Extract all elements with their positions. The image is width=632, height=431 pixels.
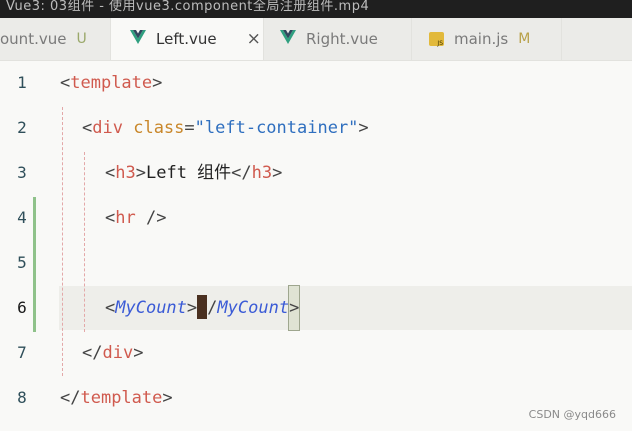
tag-name: template — [70, 73, 153, 93]
watermark: CSDN @yqd666 — [528, 408, 616, 421]
bracket: > — [133, 343, 144, 363]
tab-label: Right.vue — [306, 30, 378, 48]
text-content: Left 组件 — [145, 163, 232, 183]
attribute-name: class — [133, 118, 185, 138]
component-name: MyCount — [115, 298, 187, 318]
tag-name: h3 — [251, 163, 273, 183]
bracket: < — [105, 298, 116, 318]
tag-name: h3 — [115, 163, 136, 183]
code-line-8: </template> — [60, 376, 173, 420]
bracket: </ — [60, 388, 81, 408]
code-line-4: <hr /> — [105, 196, 166, 240]
js-file-icon — [429, 32, 444, 47]
code-line-7: </div> — [82, 331, 143, 375]
line-number-active: 6 — [17, 298, 27, 317]
bracket: > — [152, 73, 163, 93]
window-title: Vue3: 03组件 - 使用vue3.component全局注册组件.mp4 — [6, 0, 370, 14]
code-line-3: <h3>Left 组件</h3> — [105, 151, 282, 195]
line-number: 4 — [17, 208, 27, 227]
text-cursor — [197, 295, 208, 319]
indent-guide — [84, 152, 85, 332]
bracket: </ — [231, 163, 252, 183]
bracket: < — [60, 73, 71, 93]
tab-left-vue[interactable]: Left.vue × — [111, 18, 264, 60]
bracket: < — [105, 163, 116, 183]
line-number: 2 — [17, 118, 27, 137]
tab-label: ount.vue — [0, 30, 67, 48]
attribute-value: "left-container" — [194, 118, 359, 138]
component-name: MyCount — [217, 298, 290, 318]
bracket: < — [82, 118, 93, 138]
equals-sign: = — [184, 118, 195, 138]
tab-label: Left.vue — [156, 30, 217, 48]
bracket: < — [105, 208, 116, 228]
code-line-6: <MyCount>/MyCount> — [105, 285, 301, 331]
vue-icon — [280, 30, 296, 48]
bracket: / — [207, 298, 218, 318]
bracket: > — [135, 163, 146, 183]
tag-name: div — [102, 343, 134, 363]
bracket: > — [272, 163, 283, 183]
tag-name: hr — [115, 208, 136, 228]
code-editor[interactable]: 1 2 3 4 5 6 7 8 <template> <div class="l… — [0, 61, 632, 431]
bracket: > — [162, 388, 173, 408]
vue-icon — [130, 30, 146, 48]
line-number: 1 — [17, 73, 27, 92]
window-title-bar: Vue3: 03组件 - 使用vue3.component全局注册组件.mp4 — [0, 0, 632, 18]
indent-guide — [62, 107, 63, 376]
tag-name: template — [80, 388, 163, 408]
tab-right-vue[interactable]: Right.vue — [264, 18, 412, 60]
modified-badge: M — [518, 31, 531, 47]
line-number: 7 — [17, 343, 27, 362]
code-line-1: <template> — [60, 61, 162, 105]
bracket: </ — [82, 343, 103, 363]
matched-bracket: > — [288, 285, 301, 331]
bracket: > — [358, 118, 369, 138]
close-icon[interactable]: × — [247, 29, 261, 49]
bracket: /> — [135, 208, 167, 228]
tab-label: main.js — [454, 30, 509, 48]
line-number: 5 — [17, 253, 27, 272]
tab-count-vue[interactable]: ount.vue U — [0, 18, 111, 60]
tag-name: div — [92, 118, 123, 138]
code-line-2: <div class="left-container"> — [82, 106, 369, 150]
line-number: 8 — [17, 388, 27, 407]
untracked-badge: U — [76, 31, 87, 47]
editor-tab-bar: ount.vue U Left.vue × Right.vue main.js … — [0, 18, 632, 61]
bracket: > — [186, 298, 198, 318]
tab-main-js[interactable]: main.js M — [412, 18, 562, 60]
line-number: 3 — [17, 163, 27, 182]
